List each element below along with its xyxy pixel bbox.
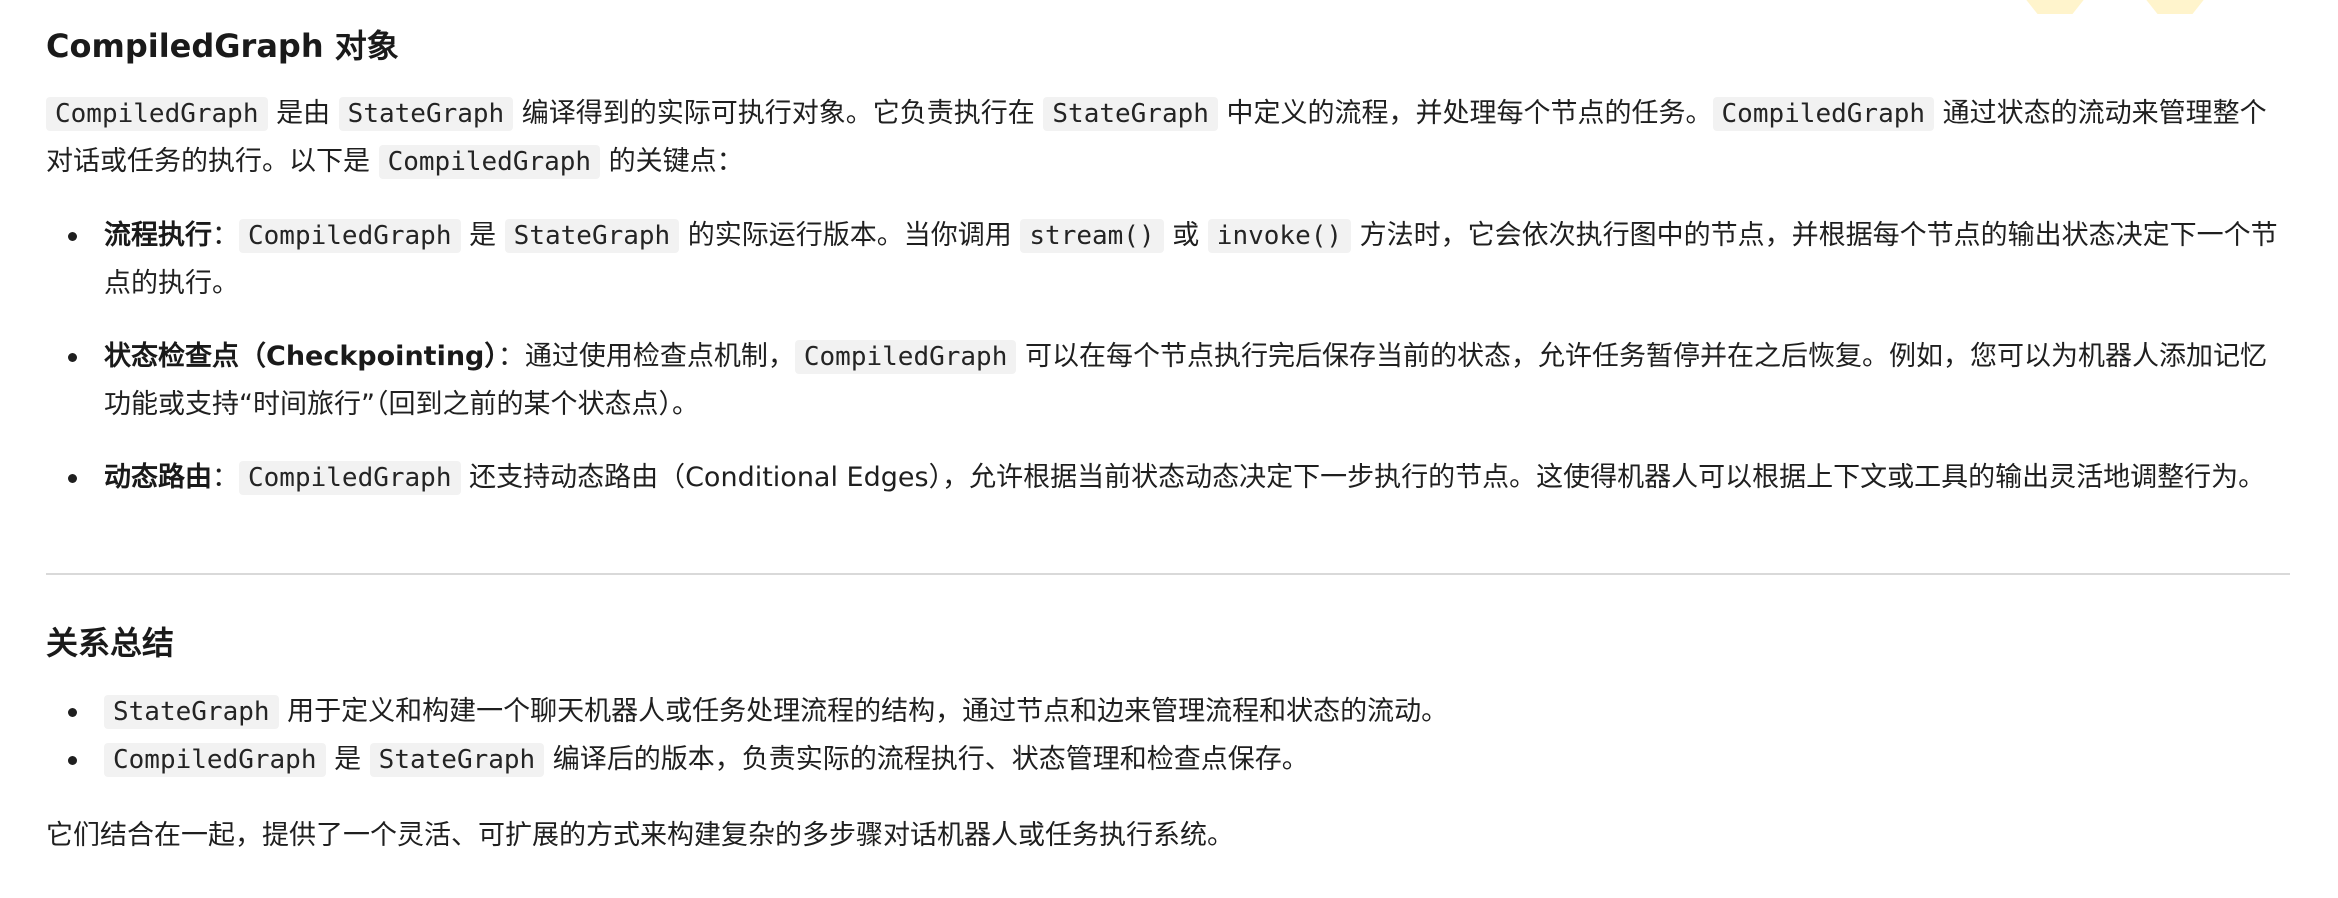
text: 编译得到的实际可执行对象。它负责执行在 <box>513 98 1044 129</box>
section-divider <box>46 573 2290 575</box>
corner-decoration <box>2140 0 2210 14</box>
text: 的实际运行版本。当你调用 <box>679 220 1021 251</box>
list-item-compiledgraph: CompiledGraph 是 StateGraph 编译后的版本，负责实际的流… <box>46 736 2290 784</box>
list-item-stategraph: StateGraph 用于定义和构建一个聊天机器人或任务处理流程的结构，通过节点… <box>46 688 2290 736</box>
text: 是 <box>460 220 505 251</box>
inline-code: CompiledGraph <box>104 743 326 777</box>
inline-code: CompiledGraph <box>794 340 1017 374</box>
inline-code: CompiledGraph <box>1712 97 1935 131</box>
summary-list: StateGraph 用于定义和构建一个聊天机器人或任务处理流程的结构，通过节点… <box>46 688 2290 784</box>
text: ： <box>212 220 239 251</box>
inline-code: StateGraph <box>1043 97 1218 131</box>
bullet-icon <box>68 708 77 717</box>
list-item-dynamic-routing: 动态路由： CompiledGraph 还支持动态路由（Conditional E… <box>46 454 2290 502</box>
text: 的关键点： <box>600 146 744 177</box>
intro-paragraph: CompiledGraph 是由 StateGraph 编译得到的实际可执行对象… <box>46 90 2290 186</box>
item-label: 动态路由 <box>104 462 212 493</box>
inline-code: StateGraph <box>369 743 545 777</box>
inline-code: StateGraph <box>104 695 279 729</box>
text: 编译后的版本，负责实际的流程执行、状态管理和检查点保存。 <box>544 744 1309 775</box>
section-title-summary: 关系总结 <box>46 624 175 662</box>
inline-code: CompiledGraph <box>378 145 601 179</box>
bullet-icon <box>68 756 77 765</box>
inline-code: stream() <box>1020 219 1164 253</box>
inline-code: StateGraph <box>504 219 680 253</box>
item-label: 流程执行 <box>104 220 212 251</box>
item-label: 状态检查点（Checkpointing） <box>104 341 498 372</box>
list-item-process-execution: 流程执行： CompiledGraph 是 StateGraph 的实际运行版本。… <box>46 212 2290 307</box>
inline-code: invoke() <box>1207 219 1352 253</box>
text: ： <box>212 462 239 493</box>
inline-code: CompiledGraph <box>239 461 461 495</box>
inline-code: CompiledGraph <box>239 219 461 253</box>
text: 还支持动态路由（Conditional Edges），允许根据当前状态动态决定下… <box>460 462 2266 493</box>
closing-paragraph: 它们结合在一起，提供了一个灵活、可扩展的方式来构建复杂的多步骤对话机器人或任务执… <box>46 820 1234 851</box>
text: 或 <box>1163 220 1208 251</box>
inline-code: StateGraph <box>338 97 514 131</box>
list-item-checkpointing: 状态检查点（Checkpointing）：通过使用检查点机制， CompiledG… <box>46 333 2290 428</box>
inline-code: CompiledGraph <box>46 97 268 131</box>
bullet-icon <box>68 474 77 483</box>
text: 中定义的流程，并处理每个节点的任务。 <box>1217 98 1713 129</box>
bullet-icon <box>68 353 77 362</box>
text: 是由 <box>267 98 339 129</box>
key-points-list: 流程执行： CompiledGraph 是 StateGraph 的实际运行版本。… <box>46 212 2290 528</box>
text: 是 <box>325 744 370 775</box>
section-title-compiledgraph: CompiledGraph 对象 <box>46 27 399 65</box>
text: 用于定义和构建一个聊天机器人或任务处理流程的结构，通过节点和边来管理流程和状态的… <box>278 696 1449 727</box>
corner-decoration <box>2020 0 2090 14</box>
bullet-icon <box>68 232 77 241</box>
text: ：通过使用检查点机制， <box>497 341 795 372</box>
